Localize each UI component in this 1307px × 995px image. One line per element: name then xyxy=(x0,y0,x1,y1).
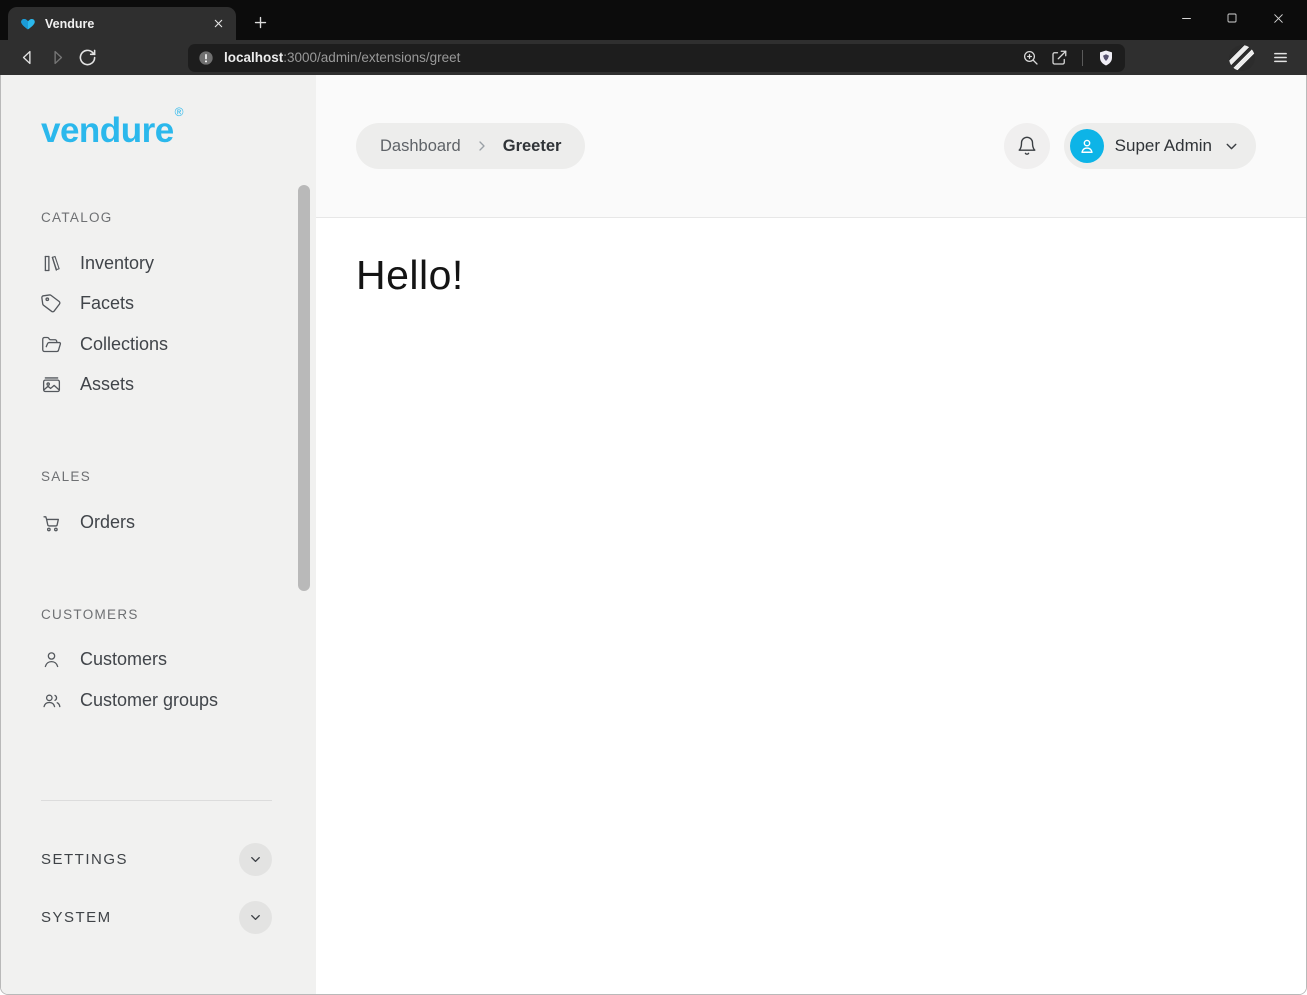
sidebar-section-system[interactable]: SYSTEM xyxy=(41,899,272,937)
breadcrumb-greeter: Greeter xyxy=(503,137,562,156)
page-header: Dashboard Greeter Super Admin xyxy=(316,75,1306,218)
sidebar-divider xyxy=(41,800,272,801)
url-host: localhost xyxy=(224,50,283,65)
chevron-down-icon[interactable] xyxy=(239,843,272,876)
window-controls xyxy=(1163,4,1301,32)
chevron-down-icon[interactable] xyxy=(239,901,272,934)
image-icon xyxy=(41,374,62,395)
chevron-down-icon xyxy=(1223,138,1240,155)
profile-avatar-icon[interactable] xyxy=(1229,45,1255,71)
minimize-icon[interactable] xyxy=(1163,4,1209,32)
browser-window: Vendure xyxy=(0,0,1307,995)
sidebar-section-settings[interactable]: SETTINGS xyxy=(41,841,272,879)
site-info-icon[interactable] xyxy=(198,50,214,66)
sidebar-item-label: Customer groups xyxy=(80,690,218,711)
back-icon[interactable] xyxy=(14,45,40,71)
cart-icon xyxy=(41,512,62,533)
url-path: :3000/admin/extensions/greet xyxy=(283,50,460,65)
browser-tab-vendure[interactable]: Vendure xyxy=(8,7,236,40)
sidebar-item-inventory[interactable]: Inventory xyxy=(41,243,272,284)
toolbar-separator xyxy=(1082,50,1083,66)
registered-mark: ® xyxy=(175,105,183,119)
breadcrumb: Dashboard Greeter xyxy=(356,123,585,169)
vendure-logo[interactable]: vendure® xyxy=(41,113,272,148)
folder-icon xyxy=(41,334,62,355)
user-avatar xyxy=(1070,129,1104,163)
tab-bar: Vendure xyxy=(0,0,1307,40)
section-label-catalog: CATALOG xyxy=(41,210,272,225)
chevron-right-icon xyxy=(474,138,490,154)
tab-title: Vendure xyxy=(45,17,199,31)
user-name: Super Admin xyxy=(1115,136,1212,156)
tab-close-icon[interactable] xyxy=(208,14,228,34)
user-icon xyxy=(41,649,62,670)
section-label-customers: CUSTOMERS xyxy=(41,607,272,622)
sidebar-item-collections[interactable]: Collections xyxy=(41,324,272,365)
sidebar-item-customers[interactable]: Customers xyxy=(41,640,272,681)
page-content: Hello! xyxy=(316,218,1306,994)
page-title: Hello! xyxy=(356,252,1266,299)
zoom-icon[interactable] xyxy=(1022,49,1040,67)
menu-icon[interactable] xyxy=(1267,45,1293,71)
sidebar-item-label: Collections xyxy=(80,334,168,355)
browser-toolbar: localhost:3000/admin/extensions/greet xyxy=(0,40,1307,75)
sidebar-item-assets[interactable]: Assets xyxy=(41,365,272,406)
sidebar-item-label: Assets xyxy=(80,374,134,395)
section-label-sales: SALES xyxy=(41,469,272,484)
breadcrumb-dashboard[interactable]: Dashboard xyxy=(380,137,461,156)
notifications-button[interactable] xyxy=(1004,123,1050,169)
person-icon xyxy=(1077,136,1097,156)
sidebar-item-orders[interactable]: Orders xyxy=(41,502,272,543)
refresh-icon[interactable] xyxy=(74,45,100,71)
users-icon xyxy=(41,690,62,711)
sidebar-item-customer-groups[interactable]: Customer groups xyxy=(41,680,272,721)
close-icon[interactable] xyxy=(1255,4,1301,32)
library-icon xyxy=(41,253,62,274)
user-menu[interactable]: Super Admin xyxy=(1064,123,1256,169)
section-label-system: SYSTEM xyxy=(41,909,112,926)
new-tab-icon[interactable] xyxy=(246,8,274,36)
bell-icon xyxy=(1016,135,1038,157)
sidebar-scrollbar[interactable] xyxy=(298,185,310,591)
address-bar[interactable]: localhost:3000/admin/extensions/greet xyxy=(188,44,1125,72)
page-viewport: vendure® CATALOG Inventory Facets xyxy=(0,75,1307,995)
main-area: Dashboard Greeter Super Admin xyxy=(316,75,1306,994)
section-label-settings: SETTINGS xyxy=(41,851,128,868)
sidebar-item-label: Orders xyxy=(80,512,135,533)
forward-icon[interactable] xyxy=(44,45,70,71)
sidebar-item-label: Inventory xyxy=(80,253,154,274)
sidebar: vendure® CATALOG Inventory Facets xyxy=(1,75,316,994)
brave-shield-icon[interactable] xyxy=(1097,49,1115,67)
vendure-heart-icon xyxy=(20,16,36,32)
tag-icon xyxy=(41,293,62,314)
sidebar-item-facets[interactable]: Facets xyxy=(41,284,272,325)
sidebar-item-label: Customers xyxy=(80,649,167,670)
maximize-icon[interactable] xyxy=(1209,4,1255,32)
share-icon[interactable] xyxy=(1050,49,1068,67)
sidebar-item-label: Facets xyxy=(80,293,134,314)
url-text: localhost:3000/admin/extensions/greet xyxy=(224,50,1012,65)
